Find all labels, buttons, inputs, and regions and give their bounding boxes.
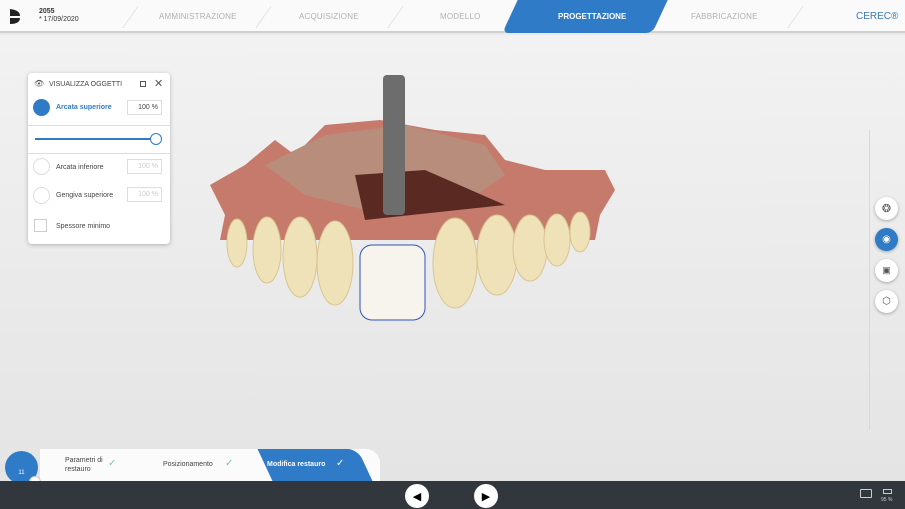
lower-arch-icon — [33, 158, 50, 175]
item-label: Arcata superiore — [56, 104, 112, 111]
step-modello[interactable]: MODELLO — [440, 12, 481, 21]
right-toolbar-divider — [869, 130, 870, 430]
case-id: 2055 — [39, 8, 55, 15]
visualizza-oggetti-panel: 👁 VISUALIZZA OGGETTI ✕ Arcata superiore … — [28, 73, 170, 244]
opacity-input[interactable]: 100 % — [127, 159, 162, 174]
checkbox-label: Spessore minimo — [56, 223, 111, 230]
check-icon: ✓ — [336, 458, 345, 469]
maximize-icon[interactable] — [140, 81, 146, 87]
tooth-number: 11 — [18, 470, 25, 476]
top-bar: 2055 * 17/09/2020 AMMINISTRAZIONE ACQUISI… — [0, 0, 905, 33]
panel-title: VISUALIZZA OGGETTI — [49, 81, 123, 88]
step-progettazione[interactable]: PROGETTAZIONE — [558, 12, 626, 21]
spessore-checkbox[interactable] — [34, 219, 47, 232]
battery-level: 95 % — [881, 497, 893, 503]
item-label: Gengiva superiore — [56, 192, 114, 199]
bottom-bar — [0, 481, 905, 509]
workflow-step-parametri[interactable]: Parametri di restauro — [65, 456, 105, 474]
back-button[interactable]: ◀ — [405, 484, 429, 508]
model-icon: ❂ — [881, 203, 892, 215]
close-icon[interactable]: ✕ — [154, 77, 163, 90]
check-icon: ✓ — [108, 458, 117, 469]
dental-model[interactable] — [205, 75, 620, 325]
step-acquisizione[interactable]: ACQUISIZIONE — [299, 12, 359, 21]
step-amministrazione[interactable]: AMMINISTRAZIONE — [159, 12, 237, 21]
step-fabbricazione[interactable]: FABBRICAZIONE — [691, 12, 758, 21]
battery-icon — [883, 489, 892, 494]
image-button[interactable]: ▣ — [875, 259, 898, 282]
workflow-step-posizionamento[interactable]: Posizionamento — [163, 461, 213, 468]
eye-icon: 👁 — [34, 79, 45, 88]
opacity-input[interactable]: 100 % — [127, 100, 162, 115]
slider-handle[interactable] — [150, 133, 162, 145]
eye-icon: ◉ — [882, 234, 891, 245]
opacity-slider[interactable] — [35, 138, 155, 140]
arrow-right-icon: ▶ — [481, 490, 491, 503]
opacity-input[interactable]: 100 % — [127, 187, 162, 202]
dentsply-logo — [10, 9, 20, 24]
visibility-button[interactable]: ◉ — [875, 228, 898, 251]
item-label: Arcata inferiore — [56, 164, 104, 171]
image-icon: ▣ — [882, 265, 891, 275]
gingiva-icon — [33, 187, 50, 204]
upper-arch-icon — [33, 99, 50, 116]
workflow-step-modifica[interactable]: Modifica restauro — [267, 461, 325, 468]
next-button[interactable]: ▶ — [474, 484, 498, 508]
cube-icon: ⬡ — [882, 296, 891, 307]
arrow-left-icon: ◀ — [412, 490, 422, 503]
case-date: * 17/09/2020 — [39, 16, 79, 23]
case-info: 2055 * 17/09/2020 — [39, 8, 79, 24]
model-button[interactable]: ❂ — [875, 197, 898, 220]
chat-icon[interactable] — [860, 489, 872, 498]
check-icon: ✓ — [225, 458, 234, 469]
cube-button[interactable]: ⬡ — [875, 290, 898, 313]
cerec-brand: CEREC® — [856, 11, 899, 22]
